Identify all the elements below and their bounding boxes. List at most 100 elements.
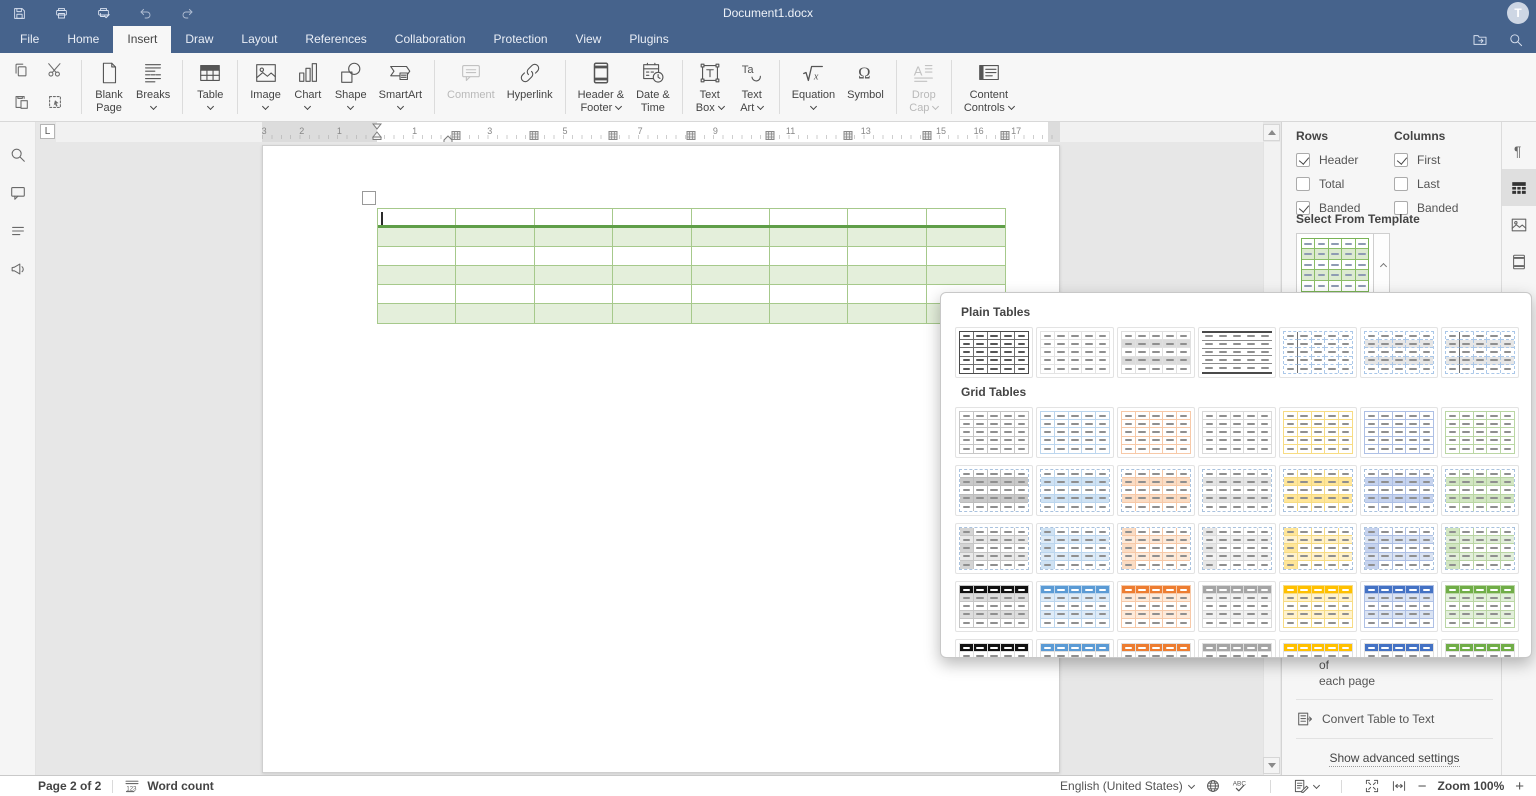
grid-1-gray[interactable] (1198, 407, 1276, 458)
table-button[interactable]: Table (189, 57, 231, 115)
scroll-up-button[interactable] (1263, 124, 1280, 141)
fit-to-page-button[interactable] (1364, 778, 1380, 794)
text-art-button[interactable]: TaTextArt (731, 57, 773, 115)
fit-to-width-button[interactable] (1391, 778, 1407, 794)
grid-4-orange[interactable] (1117, 581, 1195, 632)
table-settings-button[interactable] (1502, 169, 1536, 206)
grid-1-blue[interactable] (1036, 407, 1114, 458)
table-cell[interactable] (456, 247, 534, 266)
equation-button[interactable]: xEquation (786, 57, 841, 115)
grid-5-yellow[interactable] (1279, 639, 1357, 658)
chart-button[interactable]: Chart (287, 57, 329, 115)
image-settings-button[interactable] (1502, 206, 1536, 243)
table-cell[interactable] (770, 304, 848, 323)
table-cell[interactable] (848, 228, 926, 247)
blank-page-button[interactable]: BlankPage (88, 57, 130, 115)
grid-3-yellow[interactable] (1279, 523, 1357, 574)
table-cell[interactable] (770, 228, 848, 247)
content-controls-button[interactable]: ContentControls (958, 57, 1020, 115)
grid-1-dark[interactable] (955, 407, 1033, 458)
table-cell[interactable] (613, 285, 691, 304)
table-cell[interactable] (378, 228, 456, 247)
grid-3-dark[interactable] (955, 523, 1033, 574)
tab-file[interactable]: File (6, 26, 53, 53)
table-cell[interactable] (848, 266, 926, 285)
table-cell[interactable] (613, 247, 691, 266)
table-column-marker[interactable] (922, 127, 931, 136)
grid-1-orange[interactable] (1117, 407, 1195, 458)
tab-protection[interactable]: Protection (480, 26, 562, 53)
spell-check-button[interactable]: ABC (1232, 778, 1248, 794)
table-cell[interactable] (770, 266, 848, 285)
text-box-button[interactable]: TextBox (689, 57, 731, 115)
table-cell[interactable] (535, 285, 613, 304)
scroll-down-button[interactable] (1263, 757, 1280, 774)
grid-2-green[interactable] (1441, 465, 1519, 516)
tab-layout[interactable]: Layout (227, 26, 291, 53)
print-button[interactable] (54, 6, 69, 21)
table-cell[interactable] (613, 304, 691, 323)
document-table[interactable] (377, 208, 1006, 324)
table-cell[interactable] (535, 209, 613, 225)
open-file-location-button[interactable] (1472, 32, 1488, 48)
grid-4-yellow[interactable] (1279, 581, 1357, 632)
grid-3-gray[interactable] (1198, 523, 1276, 574)
grid-5-dark[interactable] (955, 639, 1033, 658)
quick-print-button[interactable] (96, 6, 111, 21)
paragraph-settings-button[interactable]: ¶ (1502, 132, 1536, 169)
table-cell[interactable] (613, 228, 691, 247)
table-column-marker[interactable] (765, 127, 774, 136)
tab-plugins[interactable]: Plugins (615, 26, 682, 53)
grid-5-orange[interactable] (1117, 639, 1195, 658)
table-cell[interactable] (535, 304, 613, 323)
plain-table-1[interactable] (955, 327, 1033, 378)
undo-button[interactable] (138, 6, 153, 21)
table-cell[interactable] (848, 304, 926, 323)
table-cell[interactable] (692, 209, 770, 225)
shape-button[interactable]: Shape (329, 57, 373, 115)
table-cell[interactable] (848, 285, 926, 304)
document-language-button[interactable] (1205, 778, 1221, 794)
symbol-button[interactable]: ΩSymbol (841, 57, 890, 102)
grid-5-navy[interactable] (1360, 639, 1438, 658)
table-cell[interactable] (456, 304, 534, 323)
table-cell[interactable] (535, 266, 613, 285)
table-cell[interactable] (692, 247, 770, 266)
grid-3-green[interactable] (1441, 523, 1519, 574)
zoom-out-button[interactable]: − (1418, 778, 1427, 795)
tab-stop-selector[interactable]: L (40, 124, 55, 139)
table-cell[interactable] (378, 285, 456, 304)
table-move-handle[interactable] (362, 191, 376, 205)
rows-total[interactable]: Total (1296, 177, 1360, 191)
plain-table-3[interactable] (1117, 327, 1195, 378)
table-cell[interactable] (692, 266, 770, 285)
table-column-marker[interactable] (530, 127, 539, 136)
table-cell[interactable] (927, 209, 1005, 225)
plain-table-6[interactable] (1360, 327, 1438, 378)
table-cell[interactable] (692, 304, 770, 323)
columns-last-checkbox[interactable] (1394, 177, 1408, 191)
table-cell[interactable] (378, 209, 456, 225)
table-cell[interactable] (613, 209, 691, 225)
table-cell[interactable] (848, 247, 926, 266)
copy-button[interactable] (12, 61, 30, 79)
table-cell[interactable] (535, 228, 613, 247)
grid-2-dark[interactable] (955, 465, 1033, 516)
language-selector[interactable]: English (United States) (1060, 779, 1194, 793)
grid-5-green[interactable] (1441, 639, 1519, 658)
table-cell[interactable] (456, 266, 534, 285)
zoom-in-button[interactable]: + (1515, 778, 1524, 795)
tab-insert[interactable]: Insert (113, 26, 171, 53)
table-cell[interactable] (770, 247, 848, 266)
image-button[interactable]: Image (244, 57, 287, 115)
date-time-button[interactable]: Date &Time (630, 57, 676, 115)
sidebar-navigation-button[interactable] (0, 212, 36, 250)
columns-first-checkbox[interactable] (1394, 153, 1408, 167)
table-column-marker[interactable] (1001, 127, 1010, 136)
hyperlink-button[interactable]: Hyperlink (501, 57, 559, 102)
table-cell[interactable] (927, 228, 1005, 247)
save-button[interactable] (12, 6, 27, 21)
grid-1-green[interactable] (1441, 407, 1519, 458)
grid-3-blue[interactable] (1036, 523, 1114, 574)
rows-header-checkbox[interactable] (1296, 153, 1310, 167)
